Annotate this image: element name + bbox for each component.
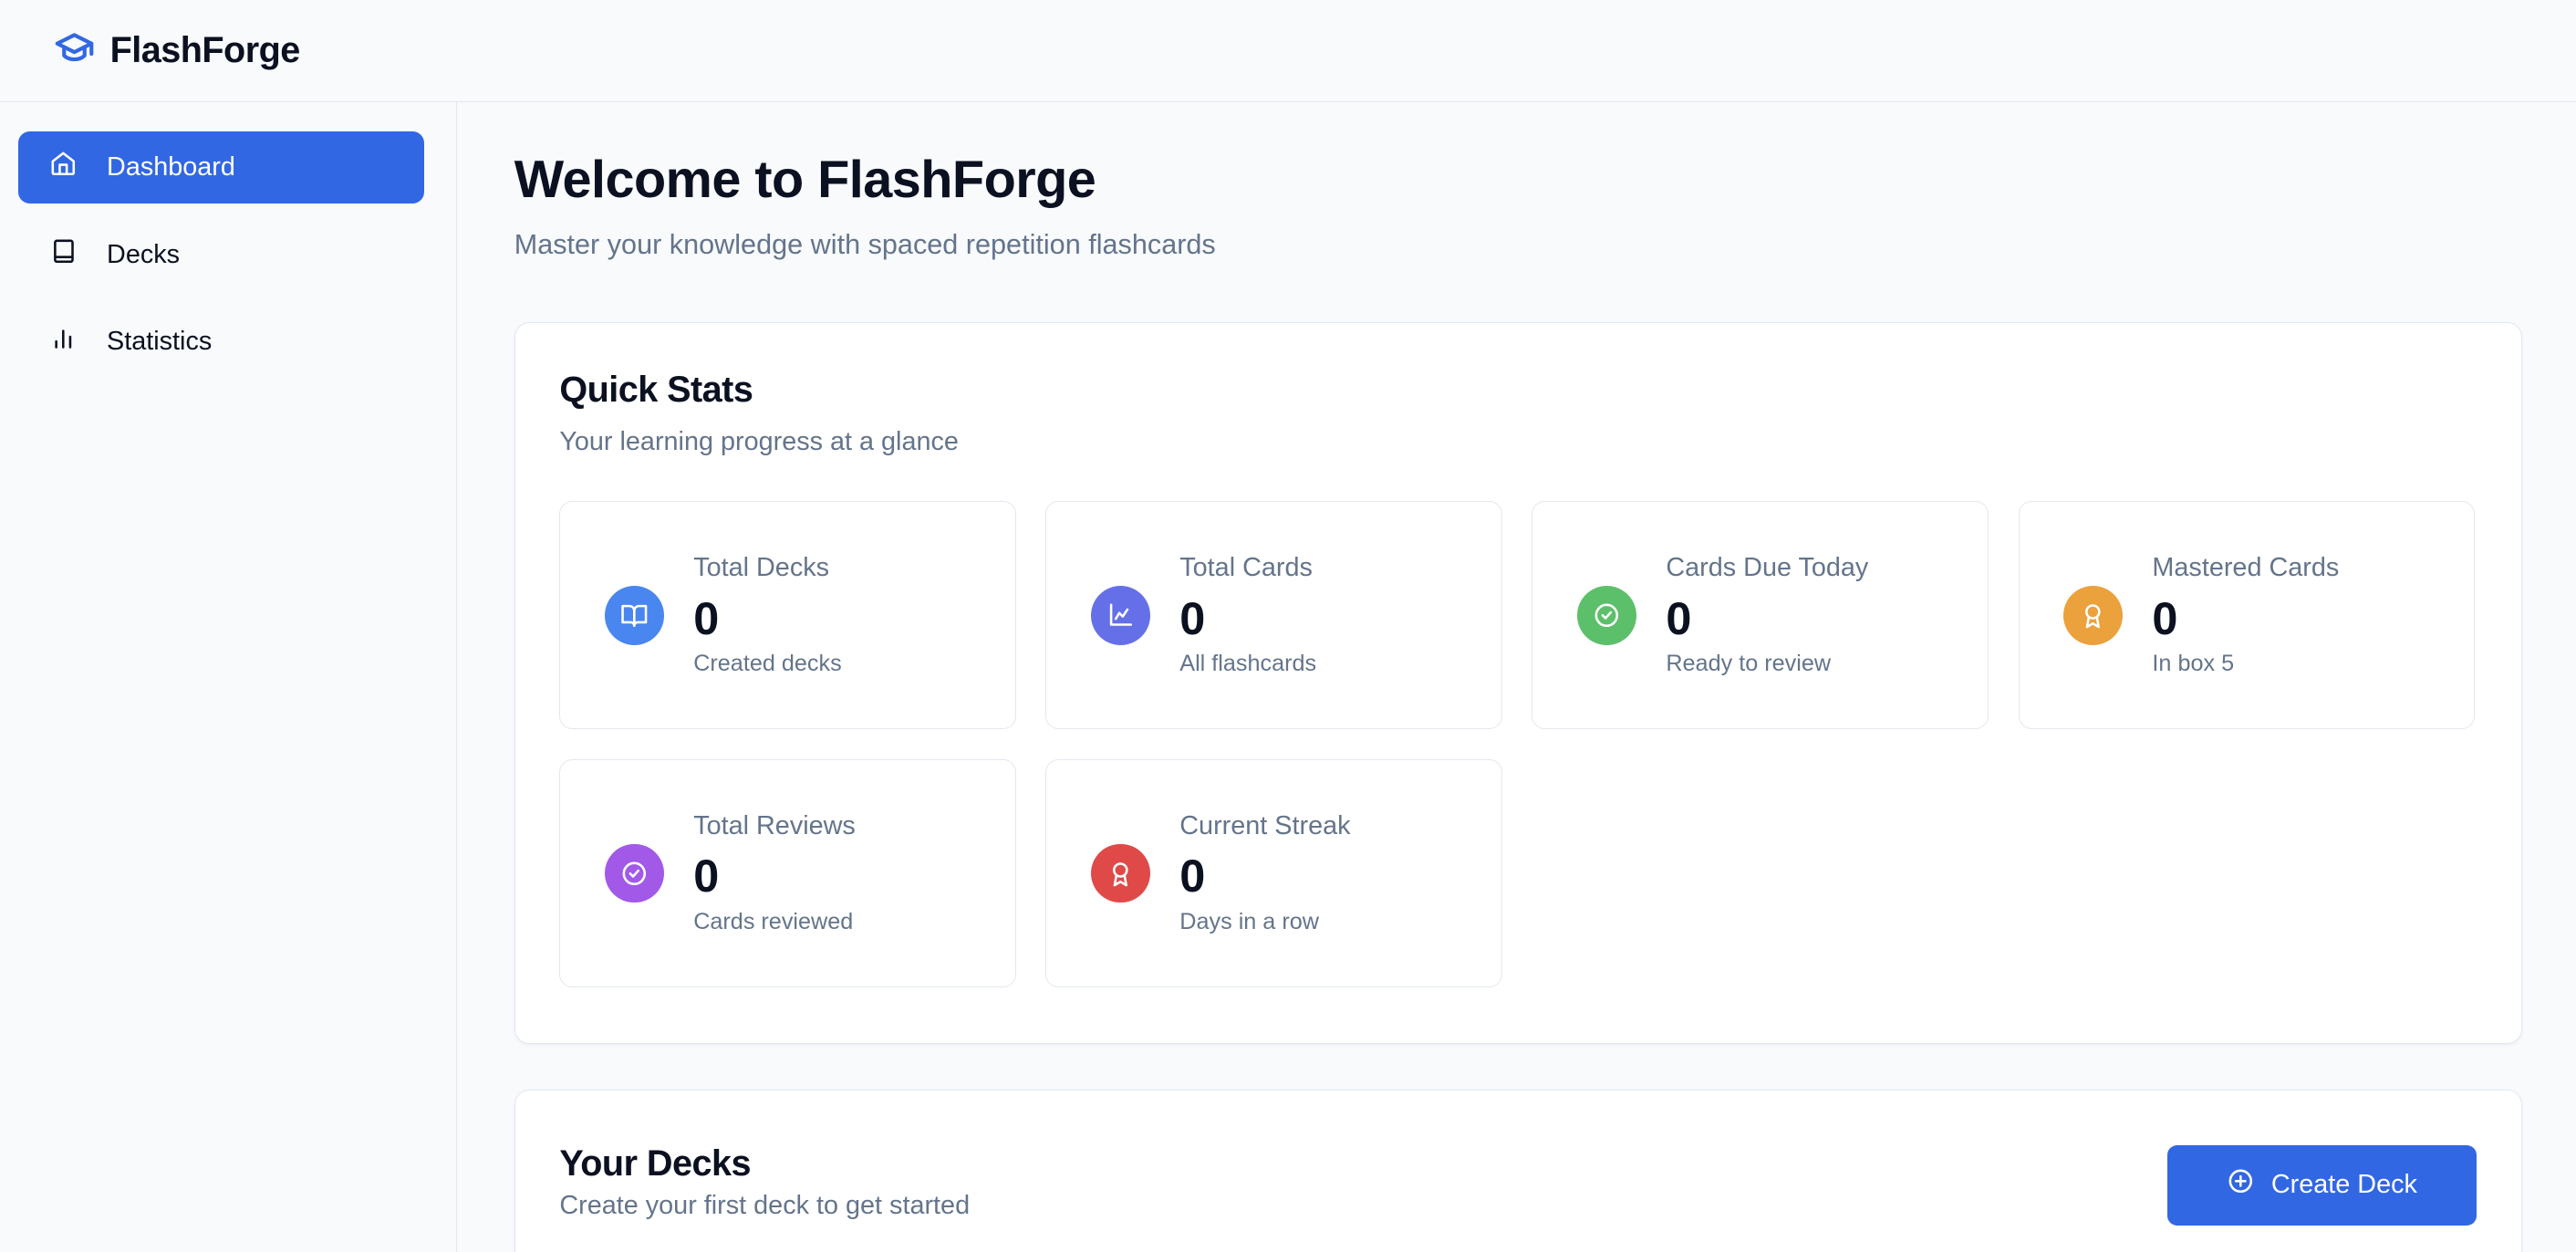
sidebar: Dashboard Decks Statistics	[0, 101, 457, 1252]
quick-stats-card: Quick Stats Your learning progress at a …	[514, 322, 2522, 1044]
stat-card: Current Streak 0 Days in a row	[1045, 758, 1503, 988]
stat-label: Mastered Cards	[2152, 553, 2340, 583]
app-logo-text: FlashForge	[109, 29, 301, 70]
stat-label: Current Streak	[1179, 811, 1351, 841]
book-open-icon	[604, 585, 664, 645]
check-circle-icon	[604, 843, 664, 903]
sidebar-item-label: Decks	[107, 239, 181, 269]
graduation-cap-icon	[54, 26, 95, 75]
stat-description: All flashcards	[1179, 651, 1317, 677]
create-deck-button[interactable]: Create Deck	[2167, 1144, 2477, 1226]
stats-grid: Total Decks 0 Created decks Total Cards …	[559, 501, 2477, 988]
stat-label: Total Cards	[1179, 553, 1313, 583]
sidebar-item-dashboard[interactable]: Dashboard	[17, 131, 425, 204]
stat-description: Created decks	[693, 651, 842, 677]
home-icon	[49, 150, 107, 185]
sidebar-item-decks[interactable]: Decks	[18, 219, 425, 291]
stat-card: Total Cards 0 All flashcards	[1045, 501, 1503, 730]
quick-stats-title: Quick Stats	[559, 369, 753, 410]
award-icon	[1091, 843, 1150, 903]
stat-label: Total Decks	[693, 553, 830, 583]
stat-description: Days in a row	[1179, 908, 1319, 934]
check-circle-icon	[1577, 585, 1636, 645]
stat-description: Cards reviewed	[693, 908, 854, 934]
stat-description: In box 5	[2152, 651, 2235, 677]
stat-card: Cards Due Today 0 Ready to review	[1532, 501, 1989, 730]
stat-card: Total Decks 0 Created decks	[559, 501, 1016, 730]
quick-stats-subtitle: Your learning progress at a glance	[559, 426, 959, 456]
book-icon	[49, 237, 107, 273]
bar-chart-icon	[49, 324, 107, 360]
stat-card: Mastered Cards 0 In box 5	[2018, 501, 2476, 730]
stat-value: 0	[1666, 591, 1692, 644]
your-decks-card: Your Decks Create your first deck to get…	[514, 1090, 2522, 1252]
sidebar-item-statistics[interactable]: Statistics	[18, 306, 425, 378]
stat-description: Ready to review	[1666, 651, 1832, 677]
page-title: Welcome to FlashForge	[514, 150, 1096, 209]
plus-circle-icon	[2227, 1167, 2271, 1203]
page-subtitle: Master your knowledge with spaced repeti…	[514, 229, 1216, 261]
stat-label: Total Reviews	[693, 811, 856, 841]
create-deck-label: Create Deck	[2270, 1170, 2417, 1200]
main-content: Welcome to FlashForge Master your knowle…	[514, 102, 2522, 1252]
sidebar-item-label: Statistics	[107, 327, 213, 357]
stat-value: 0	[693, 591, 720, 644]
stat-value: 0	[1179, 850, 1206, 902]
stat-value: 0	[2152, 591, 2178, 644]
stat-value: 0	[693, 850, 720, 902]
stat-card: Total Reviews 0 Cards reviewed	[559, 758, 1016, 988]
line-chart-icon	[1091, 585, 1150, 645]
stat-value: 0	[1179, 591, 1206, 644]
stat-label: Cards Due Today	[1666, 553, 1869, 583]
award-icon	[2063, 585, 2124, 645]
sidebar-item-label: Dashboard	[107, 152, 235, 183]
app-header: FlashForge	[0, 0, 2576, 102]
